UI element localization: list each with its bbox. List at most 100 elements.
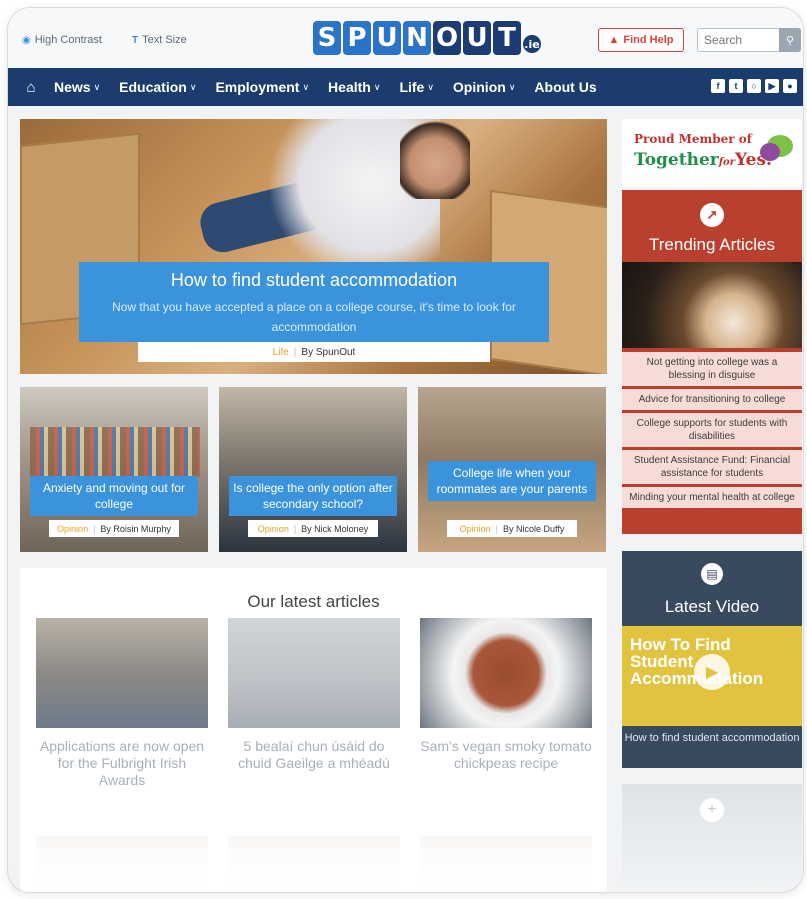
meta-separator: | bbox=[293, 346, 297, 358]
card-title: Anxiety and moving out for college bbox=[30, 476, 198, 516]
main-nav: ⌂ News ∨ Education ∨ Employment ∨ Health ∨ L… bbox=[8, 68, 803, 106]
trending-chart-icon: ↗ bbox=[700, 203, 724, 227]
nav-label: Employment bbox=[215, 79, 300, 95]
logo-letter: U bbox=[373, 21, 401, 55]
find-help-button[interactable]: ▲ Find Help bbox=[598, 28, 684, 52]
snapchat-icon[interactable]: ● bbox=[783, 79, 797, 93]
social-links: f t ○ ▶ ● bbox=[711, 79, 797, 93]
sidebar-widget-partial: + bbox=[622, 784, 802, 884]
nav-item-opinion[interactable]: Opinion ∨ bbox=[453, 79, 515, 95]
nav-item-employment[interactable]: Employment ∨ bbox=[215, 79, 309, 95]
meta-separator: | bbox=[93, 523, 96, 534]
feature-card[interactable]: College life when your roommates are you… bbox=[418, 387, 606, 552]
hero-category[interactable]: Life bbox=[273, 347, 289, 358]
search-button[interactable]: ⚲ bbox=[779, 28, 801, 52]
feature-card[interactable]: Is college the only option after seconda… bbox=[219, 387, 407, 552]
latest-video-title: Latest Video bbox=[664, 597, 760, 616]
utility-bar: ◉ High Contrast T Text Size S P U N O U … bbox=[8, 8, 803, 68]
card-category[interactable]: Opinion bbox=[57, 524, 88, 534]
contrast-icon: ◉ bbox=[22, 34, 31, 46]
chevron-down-icon: ∨ bbox=[93, 81, 101, 92]
nav-item-life[interactable]: Life ∨ bbox=[399, 79, 433, 95]
logo-letter: N bbox=[403, 21, 431, 55]
nav-item-education[interactable]: Education ∨ bbox=[119, 79, 196, 95]
feature-card[interactable]: Anxiety and moving out for college Opini… bbox=[20, 387, 208, 552]
trending-photo bbox=[622, 262, 802, 348]
text-size-toggle[interactable]: T Text Size bbox=[132, 34, 187, 46]
instagram-icon[interactable]: ○ bbox=[747, 79, 761, 93]
together-for-yes-banner[interactable]: Proud Member of TogetherforYes. bbox=[622, 119, 802, 187]
speech-bubble-icon bbox=[760, 143, 780, 161]
trending-item[interactable]: Advice for transitioning to college bbox=[622, 389, 802, 410]
nav-item-about-us[interactable]: About Us bbox=[534, 79, 596, 95]
chevron-down-icon: ∨ bbox=[427, 81, 434, 92]
meta-separator: | bbox=[293, 523, 297, 534]
facebook-icon[interactable]: f bbox=[711, 79, 725, 93]
nav-label: Education bbox=[119, 79, 187, 95]
card-category[interactable]: Opinion bbox=[460, 524, 491, 534]
logo-letter: S bbox=[313, 21, 341, 55]
card-meta: Opinion | By Roisin Murphy bbox=[49, 520, 179, 537]
article-card[interactable]: 5 bealaí chun úsáid do chuid Gaeilge a m… bbox=[228, 618, 400, 772]
latest-articles-heading: Our latest articles bbox=[247, 592, 380, 611]
card-category[interactable]: Opinion bbox=[258, 524, 289, 534]
card-title: College life when your roommates are you… bbox=[428, 461, 596, 501]
nav-item-health[interactable]: Health ∨ bbox=[328, 79, 380, 95]
search-input[interactable] bbox=[697, 28, 779, 52]
together-for-yes-label: TogetherforYes. bbox=[634, 150, 772, 170]
film-icon: ▤ bbox=[701, 563, 723, 585]
twitter-icon[interactable]: t bbox=[729, 79, 743, 93]
youtube-icon[interactable]: ▶ bbox=[765, 79, 779, 93]
high-contrast-toggle[interactable]: ◉ High Contrast bbox=[22, 34, 102, 46]
search-box: ⚲ bbox=[697, 28, 803, 52]
chevron-down-icon: ∨ bbox=[189, 81, 197, 92]
hero-subtitle: Now that you have accepted a place on a … bbox=[112, 300, 516, 334]
hero-caption[interactable]: How to find student accommodation Now th… bbox=[79, 262, 549, 342]
logo-ie: .ie bbox=[523, 35, 541, 53]
trending-item[interactable]: Minding your mental health at college bbox=[622, 487, 802, 508]
article-card[interactable]: Sam's vegan smoky tomato chickpeas recip… bbox=[420, 618, 592, 772]
article-title: Applications are now open for the Fulbri… bbox=[39, 738, 205, 788]
proud-member-label: Proud Member of bbox=[634, 132, 752, 146]
find-help-label: Find Help bbox=[623, 34, 674, 46]
for-text: for bbox=[718, 157, 735, 168]
hero-author: By SpunOut bbox=[301, 346, 356, 358]
article-image bbox=[36, 618, 208, 728]
plus-icon: + bbox=[700, 798, 724, 822]
article-card[interactable]: Applications are now open for the Fulbri… bbox=[36, 618, 208, 789]
trending-item[interactable]: Student Assistance Fund: Financial assis… bbox=[622, 450, 802, 484]
hero-meta: Life | By SpunOut bbox=[138, 342, 490, 362]
trending-articles-panel: ↗ Trending Articles Not getting into col… bbox=[622, 190, 802, 534]
chevron-down-icon: ∨ bbox=[373, 81, 381, 92]
video-caption[interactable]: How to find student accommodation bbox=[622, 731, 802, 745]
article-title: Sam's vegan smoky tomato chickpeas recip… bbox=[420, 738, 592, 771]
nav-label: Health bbox=[328, 79, 371, 95]
play-icon[interactable]: ▶ bbox=[694, 654, 730, 690]
trending-item[interactable]: College supports for students with disab… bbox=[622, 413, 802, 447]
hero-photo-head bbox=[400, 119, 470, 199]
nav-label: About Us bbox=[534, 79, 597, 95]
article-title: 5 bealaí chun úsáid do chuid Gaeilge a m… bbox=[238, 738, 390, 771]
nav-label: Opinion bbox=[452, 79, 506, 95]
site-logo[interactable]: S P U N O U T .ie bbox=[313, 18, 543, 58]
card-meta: Opinion | By Nicole Duffy bbox=[447, 520, 577, 537]
chevron-down-icon: ∨ bbox=[302, 81, 310, 92]
hero-feature[interactable]: How to find student accommodation Now th… bbox=[20, 119, 607, 374]
home-icon[interactable]: ⌂ bbox=[8, 79, 54, 96]
nav-item-news[interactable]: News ∨ bbox=[54, 79, 100, 95]
card-meta: Opinion | By Nick Moloney bbox=[248, 520, 378, 537]
hero-title: How to find student accommodation bbox=[170, 270, 458, 290]
card-title: Is college the only option after seconda… bbox=[229, 476, 397, 516]
logo-letter: P bbox=[343, 21, 371, 55]
trending-list: Not getting into college was a blessing … bbox=[622, 352, 802, 511]
high-contrast-label: High Contrast bbox=[34, 34, 102, 46]
meta-separator: | bbox=[495, 523, 498, 534]
search-icon: ⚲ bbox=[785, 34, 795, 47]
video-thumbnail[interactable]: How To Find Student Accommodation ▶ bbox=[622, 626, 802, 726]
card-author: By Nicole Duffy bbox=[503, 523, 565, 534]
logo-letter: U bbox=[463, 21, 491, 55]
chevron-down-icon: ∨ bbox=[508, 81, 516, 92]
trending-item[interactable]: Not getting into college was a blessing … bbox=[622, 352, 802, 386]
together-text: Together bbox=[634, 150, 719, 170]
card-photo-detail bbox=[30, 427, 200, 477]
